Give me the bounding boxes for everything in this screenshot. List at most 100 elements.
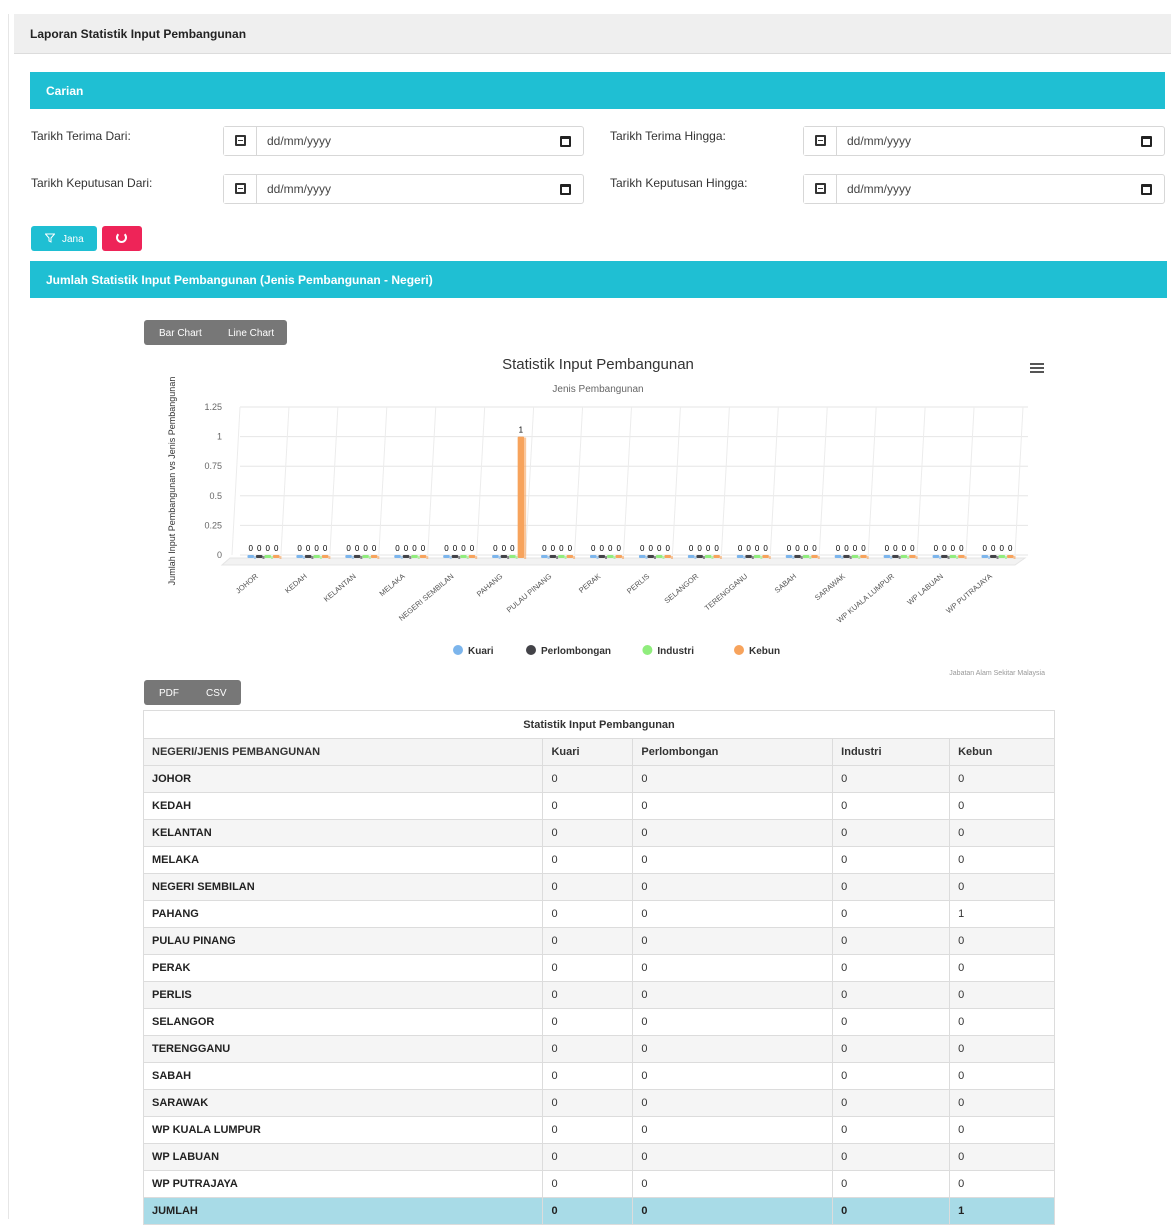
- bar-side: [515, 556, 518, 559]
- calendar-picker-icon[interactable]: [1141, 136, 1152, 147]
- table-cell-value: 0: [542, 981, 634, 1009]
- bar-perlombongan: [402, 555, 410, 558]
- calendar-icon[interactable]: [804, 175, 837, 203]
- calendar-icon[interactable]: [224, 127, 257, 155]
- table-cell-value: 1: [949, 900, 1055, 928]
- gridline: [574, 406, 584, 556]
- table-cell-state: SELANGOR: [142, 1008, 544, 1036]
- date-input-terima-dari[interactable]: [258, 127, 548, 155]
- bar-kebun: [615, 555, 623, 558]
- table-cell-value: 0: [632, 900, 834, 928]
- bar-side: [270, 556, 273, 559]
- data-label: 0: [893, 544, 898, 553]
- table-cell-value: 0: [542, 792, 634, 820]
- data-label: 0: [297, 544, 302, 553]
- calendar-icon[interactable]: [804, 127, 837, 155]
- gridline: [965, 406, 975, 556]
- data-label: 0: [470, 544, 475, 553]
- column-header: Kuari: [542, 738, 634, 766]
- bar-industri: [802, 555, 810, 558]
- date-input-terima-hingga[interactable]: [838, 127, 1128, 155]
- table-cell-value: 0: [632, 819, 834, 847]
- line-chart-button[interactable]: Line Chart: [228, 328, 274, 339]
- table-cell-state: KELANTAN: [142, 819, 544, 847]
- reset-button[interactable]: [102, 226, 142, 251]
- bar-industri: [607, 555, 614, 558]
- date-field-terima-hingga[interactable]: [803, 126, 1165, 156]
- data-label: 0: [787, 544, 792, 553]
- bar-side: [368, 556, 371, 559]
- pdf-button[interactable]: PDF: [159, 688, 179, 699]
- data-label: 0: [421, 544, 426, 553]
- table-cell-value: 0: [632, 981, 834, 1009]
- bar-side: [328, 556, 331, 559]
- calendar-icon[interactable]: [224, 175, 257, 203]
- calendar-picker-icon[interactable]: [560, 136, 571, 147]
- bar-side: [907, 556, 910, 559]
- bar-kuari: [785, 555, 793, 558]
- bar-perlombongan: [500, 555, 508, 558]
- data-label: 0: [1008, 544, 1013, 553]
- export-buttons: PDF CSV: [144, 680, 241, 705]
- table-cell-value: 0: [949, 765, 1055, 793]
- gridline: [329, 406, 339, 556]
- data-label: 0: [608, 544, 613, 553]
- x-tick-label: PERLIS: [625, 572, 651, 596]
- x-tick-label: WP LABUAN: [905, 572, 945, 607]
- data-label: 0: [665, 544, 670, 553]
- table-row: KEDAH 0 0 0 0: [142, 792, 1055, 820]
- bar-side: [898, 556, 901, 559]
- jana-button[interactable]: Jana: [31, 226, 97, 251]
- data-label: 0: [795, 544, 800, 553]
- calendar-picker-icon[interactable]: [1141, 184, 1152, 195]
- bar-perlombongan: [647, 555, 654, 558]
- chart-credits: Jabatan Alam Sekitar Malaysia: [949, 670, 1045, 677]
- y-tick-label: 1.25: [204, 402, 222, 412]
- data-label: 0: [591, 544, 596, 553]
- data-label: 0: [804, 544, 809, 553]
- bar-kebun: [713, 555, 720, 558]
- data-label: 0: [510, 544, 515, 553]
- data-label: 0: [306, 544, 311, 553]
- bar-side: [1013, 556, 1016, 559]
- date-input-keputusan-hingga[interactable]: [838, 175, 1128, 203]
- bar-chart-button[interactable]: Bar Chart: [159, 328, 202, 339]
- table-cell-state: MELAKA: [142, 846, 544, 874]
- table-cell-state: PULAU PINANG: [142, 927, 544, 955]
- bar-perlombongan: [696, 555, 703, 558]
- table-cell-value: 0: [832, 1035, 951, 1063]
- table-cell-value: 0: [632, 1035, 834, 1063]
- table-row: JOHOR 0 0 0 0: [142, 765, 1055, 793]
- data-label: 0: [648, 544, 653, 553]
- table-row: PAHANG 0 0 0 1: [142, 900, 1055, 928]
- bar-side: [662, 556, 665, 559]
- table-cell-value: 0: [949, 1035, 1055, 1063]
- data-label: 0: [746, 544, 751, 553]
- bar-industri: [362, 555, 369, 558]
- date-field-keputusan-dari[interactable]: [223, 174, 584, 204]
- bar-side: [596, 556, 599, 559]
- bar-side: [302, 556, 305, 559]
- bar-perlombongan: [990, 555, 997, 558]
- calendar-picker-icon[interactable]: [560, 184, 571, 195]
- bar-side: [262, 556, 265, 559]
- data-label: 0: [640, 544, 645, 553]
- bar-kuari: [296, 555, 303, 558]
- bar-side: [377, 556, 380, 559]
- bar-side: [751, 556, 754, 559]
- csv-button[interactable]: CSV: [206, 688, 227, 699]
- data-label: 0: [493, 544, 498, 553]
- bar-industri: [558, 555, 565, 558]
- data-label: 0: [689, 544, 694, 553]
- bar-side: [613, 556, 616, 559]
- table-cell-value: 0: [949, 792, 1055, 820]
- bar-perlombongan: [745, 555, 752, 558]
- bar-side: [841, 556, 844, 559]
- date-input-keputusan-dari[interactable]: [258, 175, 548, 203]
- bar-side: [253, 556, 256, 559]
- label-tarikh-keputusan-hingga: Tarikh Keputusan Hingga:: [610, 176, 748, 190]
- date-field-terima-dari[interactable]: [223, 126, 584, 156]
- date-field-keputusan-hingga[interactable]: [803, 174, 1165, 204]
- bar-kuari: [834, 555, 842, 558]
- x-tick-label: NEGERI SEMBILAN: [397, 572, 455, 623]
